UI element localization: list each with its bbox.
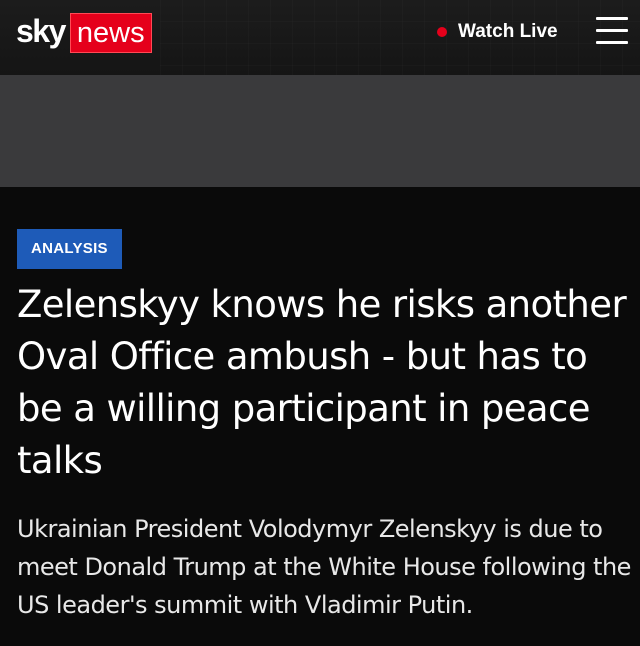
hamburger-menu-icon[interactable] bbox=[596, 17, 628, 45]
page: sky news Watch Live ANALYSIS Zelenskyy k… bbox=[0, 0, 640, 646]
article-headline: Zelenskyy knows he risks another Oval Of… bbox=[17, 283, 627, 482]
menu-bar bbox=[596, 17, 628, 20]
logo-news-text: news bbox=[69, 13, 152, 53]
article-standfirst: Ukrainian President Volodymyr Zelenskyy … bbox=[17, 515, 631, 619]
sky-news-logo[interactable]: sky news bbox=[16, 13, 152, 53]
ad-placeholder bbox=[0, 75, 640, 187]
watch-live-label: Watch Live bbox=[458, 21, 558, 42]
live-dot-icon bbox=[437, 27, 447, 37]
header-pattern bbox=[160, 0, 640, 75]
article: ANALYSIS Zelenskyy knows he risks anothe… bbox=[0, 187, 640, 646]
menu-bar bbox=[596, 29, 628, 32]
watch-live-button[interactable]: Watch Live bbox=[437, 19, 558, 45]
category-badge[interactable]: ANALYSIS bbox=[17, 229, 122, 269]
menu-bar bbox=[596, 41, 628, 44]
site-header: sky news Watch Live bbox=[0, 0, 640, 75]
logo-sky-text: sky bbox=[16, 13, 66, 49]
